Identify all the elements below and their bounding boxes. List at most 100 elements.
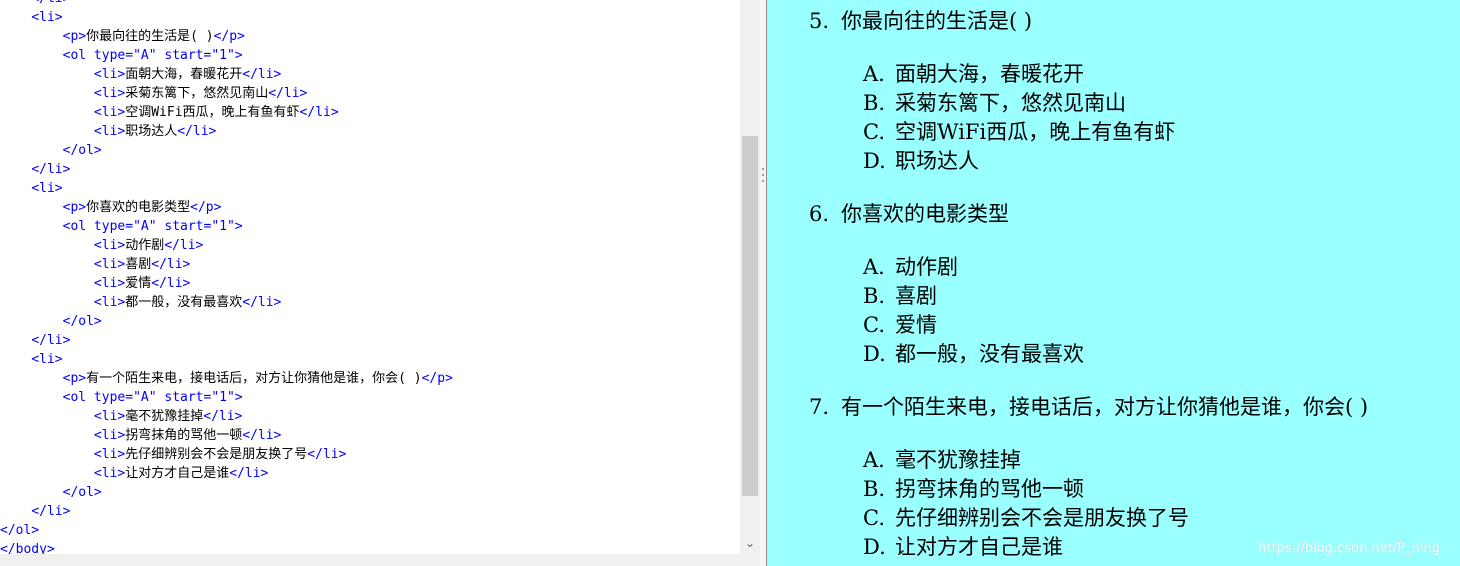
code-line[interactable]: <li>面朝大海，春暖花开</li> (0, 65, 453, 84)
code-line[interactable]: <li>毫不犹豫挂掉</li> (0, 407, 453, 426)
code-text: 拐弯抹角的骂他一顿 (125, 428, 243, 443)
option-letter: B. (863, 477, 886, 501)
question-6: 6. 你喜欢的电影类型 (809, 198, 1009, 228)
code-line[interactable]: </li> (0, 160, 453, 179)
option-text: 毫不犹豫挂掉 (895, 448, 1021, 472)
option-letter: A. (863, 62, 885, 86)
code-tag: </li> (242, 295, 282, 310)
code-tag: <p> (62, 29, 87, 44)
code-line[interactable]: <ol type="A" start="1"> (0, 217, 453, 236)
option-item: A. 动作剧 (863, 251, 958, 281)
option-item: B. 喜剧 (863, 280, 937, 310)
question-number: 5. (809, 9, 830, 33)
code-tag: <li> (93, 447, 126, 462)
preview-pane: 5. 你最向往的生活是( ) A. 面朝大海，春暖花开 B. 采菊东篱下，悠然见南山 C. 空… (767, 0, 1460, 566)
code-tag: </li> (242, 428, 282, 443)
code-tag: <li> (93, 466, 126, 481)
option-item: C. 先仔细辨别会不会是朋友换了号 (863, 502, 1189, 532)
scrollbar-thumb[interactable] (742, 136, 758, 496)
code-line[interactable]: <li>爱情</li> (0, 274, 453, 293)
code-line[interactable]: </ol> (0, 521, 453, 540)
code-line[interactable]: <li>采菊东篱下，悠然见南山</li> (0, 84, 453, 103)
code-line[interactable]: <li>让对方才自己是谁</li> (0, 464, 453, 483)
code-line[interactable]: <li>喜剧</li> (0, 255, 453, 274)
option-letter: C. (863, 120, 885, 144)
code-tag: </li> (299, 105, 339, 120)
code-line[interactable]: </li> (0, 0, 453, 8)
option-letter: D. (863, 149, 886, 173)
option-letter: A. (863, 448, 885, 472)
code-line[interactable]: <li>空调WiFi西瓜，晚上有鱼有虾</li> (0, 103, 453, 122)
code-line[interactable]: <li> (0, 350, 453, 369)
code-line[interactable]: <ol type="A" start="1"> (0, 46, 453, 65)
code-line[interactable]: </ol> (0, 141, 453, 160)
horizontal-scrollbar[interactable] (0, 554, 760, 566)
option-item: D. 让对方才自己是谁 (863, 531, 1063, 561)
code-line[interactable]: </li> (0, 502, 453, 521)
code-tag: </ol> (62, 485, 102, 500)
splitter-grip-dot (762, 168, 764, 170)
splitter-handle[interactable] (760, 0, 767, 566)
question-text: 你最向往的生活是( ) (841, 9, 1033, 33)
code-tag: </li> (307, 447, 347, 462)
option-letter: D. (863, 535, 886, 559)
code-tag: </li> (31, 504, 71, 519)
code-tag: </p> (421, 371, 453, 386)
option-item: A. 毫不犹豫挂掉 (863, 444, 1021, 474)
option-item: D. 职场达人 (863, 145, 979, 175)
code-tag: <ol type="A" start="1"> (62, 390, 243, 405)
option-item: D. 都一般，没有最喜欢 (863, 338, 1084, 368)
option-text: 拐弯抹角的骂他一顿 (895, 477, 1084, 501)
option-letter: C. (863, 506, 885, 530)
code-line[interactable]: </li> (0, 331, 453, 350)
code-text: 空调WiFi西瓜，晚上有鱼有虾 (125, 105, 300, 120)
code-tag: </li> (229, 466, 269, 481)
scroll-down-arrow-icon[interactable]: ⌄ (740, 532, 760, 554)
splitter-grip-dot (762, 174, 764, 176)
code-text: 毫不犹豫挂掉 (125, 409, 204, 424)
option-text: 空调WiFi西瓜，晚上有鱼有虾 (895, 120, 1176, 144)
code-editor[interactable]: </li> <li> <p>你最向往的生活是( )</p> <ol type="… (0, 0, 740, 566)
code-line[interactable]: </ol> (0, 483, 453, 502)
code-text: 喜剧 (125, 257, 152, 272)
code-line[interactable]: <p>有一个陌生来电，接电话后，对方让你猜他是谁，你会( )</p> (0, 369, 453, 388)
option-text: 职场达人 (895, 149, 979, 173)
code-tag: <li> (93, 124, 126, 139)
code-tag: </ol> (0, 523, 40, 538)
code-line[interactable]: <li>拐弯抹角的骂他一顿</li> (0, 426, 453, 445)
code-line[interactable]: </ol> (0, 312, 453, 331)
option-letter: D. (863, 342, 886, 366)
code-line[interactable]: <li>动作剧</li> (0, 236, 453, 255)
option-letter: A. (863, 255, 885, 279)
code-line[interactable]: <li> (0, 8, 453, 27)
code-text: 先仔细辨别会不会是朋友换了号 (125, 447, 308, 462)
code-tag: <p> (62, 371, 87, 386)
code-line[interactable]: <li> (0, 179, 453, 198)
code-line[interactable]: <ol type="A" start="1"> (0, 388, 453, 407)
question-text: 你喜欢的电影类型 (841, 202, 1009, 226)
option-item: A. 面朝大海，春暖花开 (863, 58, 1084, 88)
option-item: C. 爱情 (863, 309, 937, 339)
code-tag: </ol> (62, 314, 102, 329)
code-line[interactable]: <p>你最向往的生活是( )</p> (0, 27, 453, 46)
code-line[interactable]: <li>职场达人</li> (0, 122, 453, 141)
code-line[interactable]: <p>你喜欢的电影类型</p> (0, 198, 453, 217)
code-text: 你喜欢的电影类型 (86, 200, 191, 215)
code-text: 有一个陌生来电，接电话后，对方让你猜他是谁，你会( ) (86, 371, 422, 386)
code-line[interactable]: <li>都一般，没有最喜欢</li> (0, 293, 453, 312)
option-item: B. 拐弯抹角的骂他一顿 (863, 473, 1084, 503)
code-lines[interactable]: </li> <li> <p>你最向往的生活是( )</p> <ol type="… (0, 0, 453, 559)
code-line[interactable]: <li>先仔细辨别会不会是朋友换了号</li> (0, 445, 453, 464)
option-text: 喜剧 (895, 284, 937, 308)
